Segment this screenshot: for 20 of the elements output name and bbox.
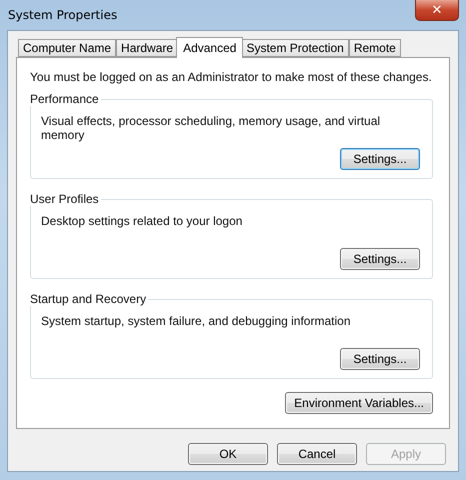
tab[interactable]: Remote: [348, 39, 401, 57]
group-title: Performance: [30, 92, 101, 106]
window-title: System Properties: [7, 8, 118, 22]
environment-variables-button[interactable]: Environment Variables...: [285, 392, 433, 414]
notice-text: You must be logged on as an Administrator to make most of these changes.: [30, 70, 433, 84]
dialog-button[interactable]: Cancel: [277, 443, 357, 465]
close-button[interactable]: ✕: [415, 0, 459, 21]
group-description: Desktop settings related to your logon: [41, 214, 244, 228]
tab[interactable]: Hardware: [116, 39, 178, 57]
group-title: Startup and Recovery: [30, 292, 148, 306]
group-title: User Profiles: [30, 192, 101, 206]
tab[interactable]: Advanced: [176, 37, 244, 58]
settings-button[interactable]: Settings...: [340, 248, 420, 270]
group-description: System startup, system failure, and debugging information: [41, 314, 352, 328]
tab[interactable]: Computer Name: [18, 39, 116, 57]
settings-button[interactable]: Settings...: [340, 348, 420, 370]
settings-button[interactable]: Settings...: [340, 148, 420, 170]
dialog-button[interactable]: OK: [188, 443, 268, 465]
group-description: Visual effects, processor scheduling, memory usage, and virtual memory: [41, 114, 382, 142]
tab[interactable]: System Protection: [241, 39, 349, 57]
